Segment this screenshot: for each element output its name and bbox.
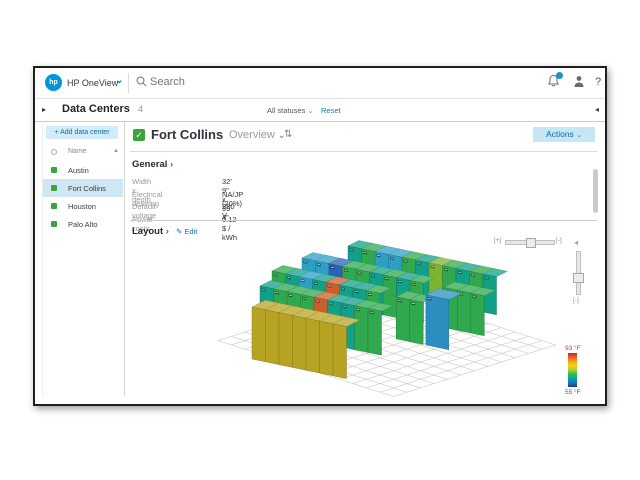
data-center-list: Austin Fort Collins Houston Palo Alto: [43, 161, 123, 233]
chevron-down-icon[interactable]: ⌄: [115, 75, 123, 86]
sidebar-item-palo-alto[interactable]: Palo Alto: [43, 215, 123, 233]
zoom-in-button[interactable]: [+]: [494, 237, 501, 244]
sidebar-item-fort-collins[interactable]: Fort Collins: [43, 179, 123, 197]
divider: [130, 151, 597, 152]
item-count: 4: [138, 104, 143, 114]
content-area: + Add data center Name ▲ Austin Fort Coll…: [35, 121, 605, 404]
resource-title: Fort Collins: [151, 127, 223, 142]
status-ok-icon: [51, 203, 57, 209]
activity-toggle-icon[interactable]: ⇅: [284, 129, 292, 140]
zoom-slider[interactable]: [+] [-]: [494, 236, 566, 246]
page-title: Data Centers: [62, 103, 130, 115]
view-selector-dropdown[interactable]: Overview ⌄: [229, 129, 285, 141]
general-section-heading[interactable]: General ›: [132, 159, 173, 170]
expand-menu-icon[interactable]: ▸: [42, 105, 46, 114]
data-center-name: Houston: [68, 202, 96, 211]
sidebar-item-houston[interactable]: Houston: [43, 197, 123, 215]
status-column-icon: [51, 149, 57, 155]
main-panel: ✓ Fort Collins Overview ⌄ ⇅ Actions ⌄ Ge…: [124, 121, 603, 404]
tilt-slider-handle[interactable]: [573, 273, 584, 283]
sort-ascending-icon[interactable]: ▲: [113, 148, 119, 154]
rack-layout-canvas[interactable]: [124, 233, 607, 407]
tilt-out-button[interactable]: [-]: [573, 297, 579, 304]
status-ok-icon: ✓: [133, 129, 145, 141]
status-filter-dropdown[interactable]: All statuses ⌄: [267, 106, 314, 115]
scrollbar[interactable]: [593, 169, 598, 213]
status-ok-icon: [51, 185, 57, 191]
legend-gradient-bar: [568, 353, 577, 387]
datacenter-3d-view[interactable]: [+] [-] ➤ [-] 93 °F 55 °F: [124, 233, 607, 407]
actions-button[interactable]: Actions ⌄: [533, 127, 595, 142]
screenshot-canvas: hp HP OneView ⌄ Search ? ▸ Data Center: [0, 0, 640, 480]
hp-logo: hp: [45, 74, 62, 91]
search-input[interactable]: Search: [150, 76, 185, 88]
data-center-name: Fort Collins: [68, 184, 106, 193]
data-center-name: Palo Alto: [68, 220, 98, 229]
divider: [128, 73, 129, 93]
top-bar: hp HP OneView ⌄ Search ?: [35, 68, 605, 99]
tilt-slider[interactable]: ➤ [-]: [572, 241, 584, 305]
collapse-panel-icon[interactable]: ◂: [595, 105, 599, 114]
temperature-legend: 93 °F 55 °F: [562, 345, 598, 397]
zoom-out-button[interactable]: [-]: [556, 237, 562, 244]
hp-oneview-window: hp HP OneView ⌄ Search ? ▸ Data Center: [33, 66, 607, 406]
data-center-name: Austin: [68, 166, 89, 175]
status-ok-icon: [51, 221, 57, 227]
user-icon[interactable]: [573, 75, 585, 88]
search-icon: [136, 76, 147, 87]
legend-max-label: 93 °F: [565, 345, 581, 352]
zoom-slider-handle[interactable]: [526, 238, 536, 248]
brand-label: HP OneView: [67, 78, 118, 88]
add-data-center-button[interactable]: + Add data center: [46, 126, 118, 139]
sidebar: + Add data center Name ▲ Austin Fort Coll…: [42, 121, 125, 396]
name-column-header[interactable]: Name: [68, 148, 87, 155]
reset-filter-link[interactable]: Reset: [321, 106, 341, 115]
status-ok-icon: [51, 167, 57, 173]
notification-badge: [556, 72, 563, 79]
legend-min-label: 55 °F: [565, 389, 581, 396]
sidebar-item-austin[interactable]: Austin: [43, 161, 123, 179]
help-button[interactable]: ?: [595, 76, 601, 88]
divider: [130, 220, 597, 221]
list-header: Name ▲: [43, 146, 124, 159]
zoom-slider-track[interactable]: [505, 240, 555, 245]
menu-bar: ▸ Data Centers 4 All statuses ⌄ Reset ◂: [35, 98, 605, 122]
